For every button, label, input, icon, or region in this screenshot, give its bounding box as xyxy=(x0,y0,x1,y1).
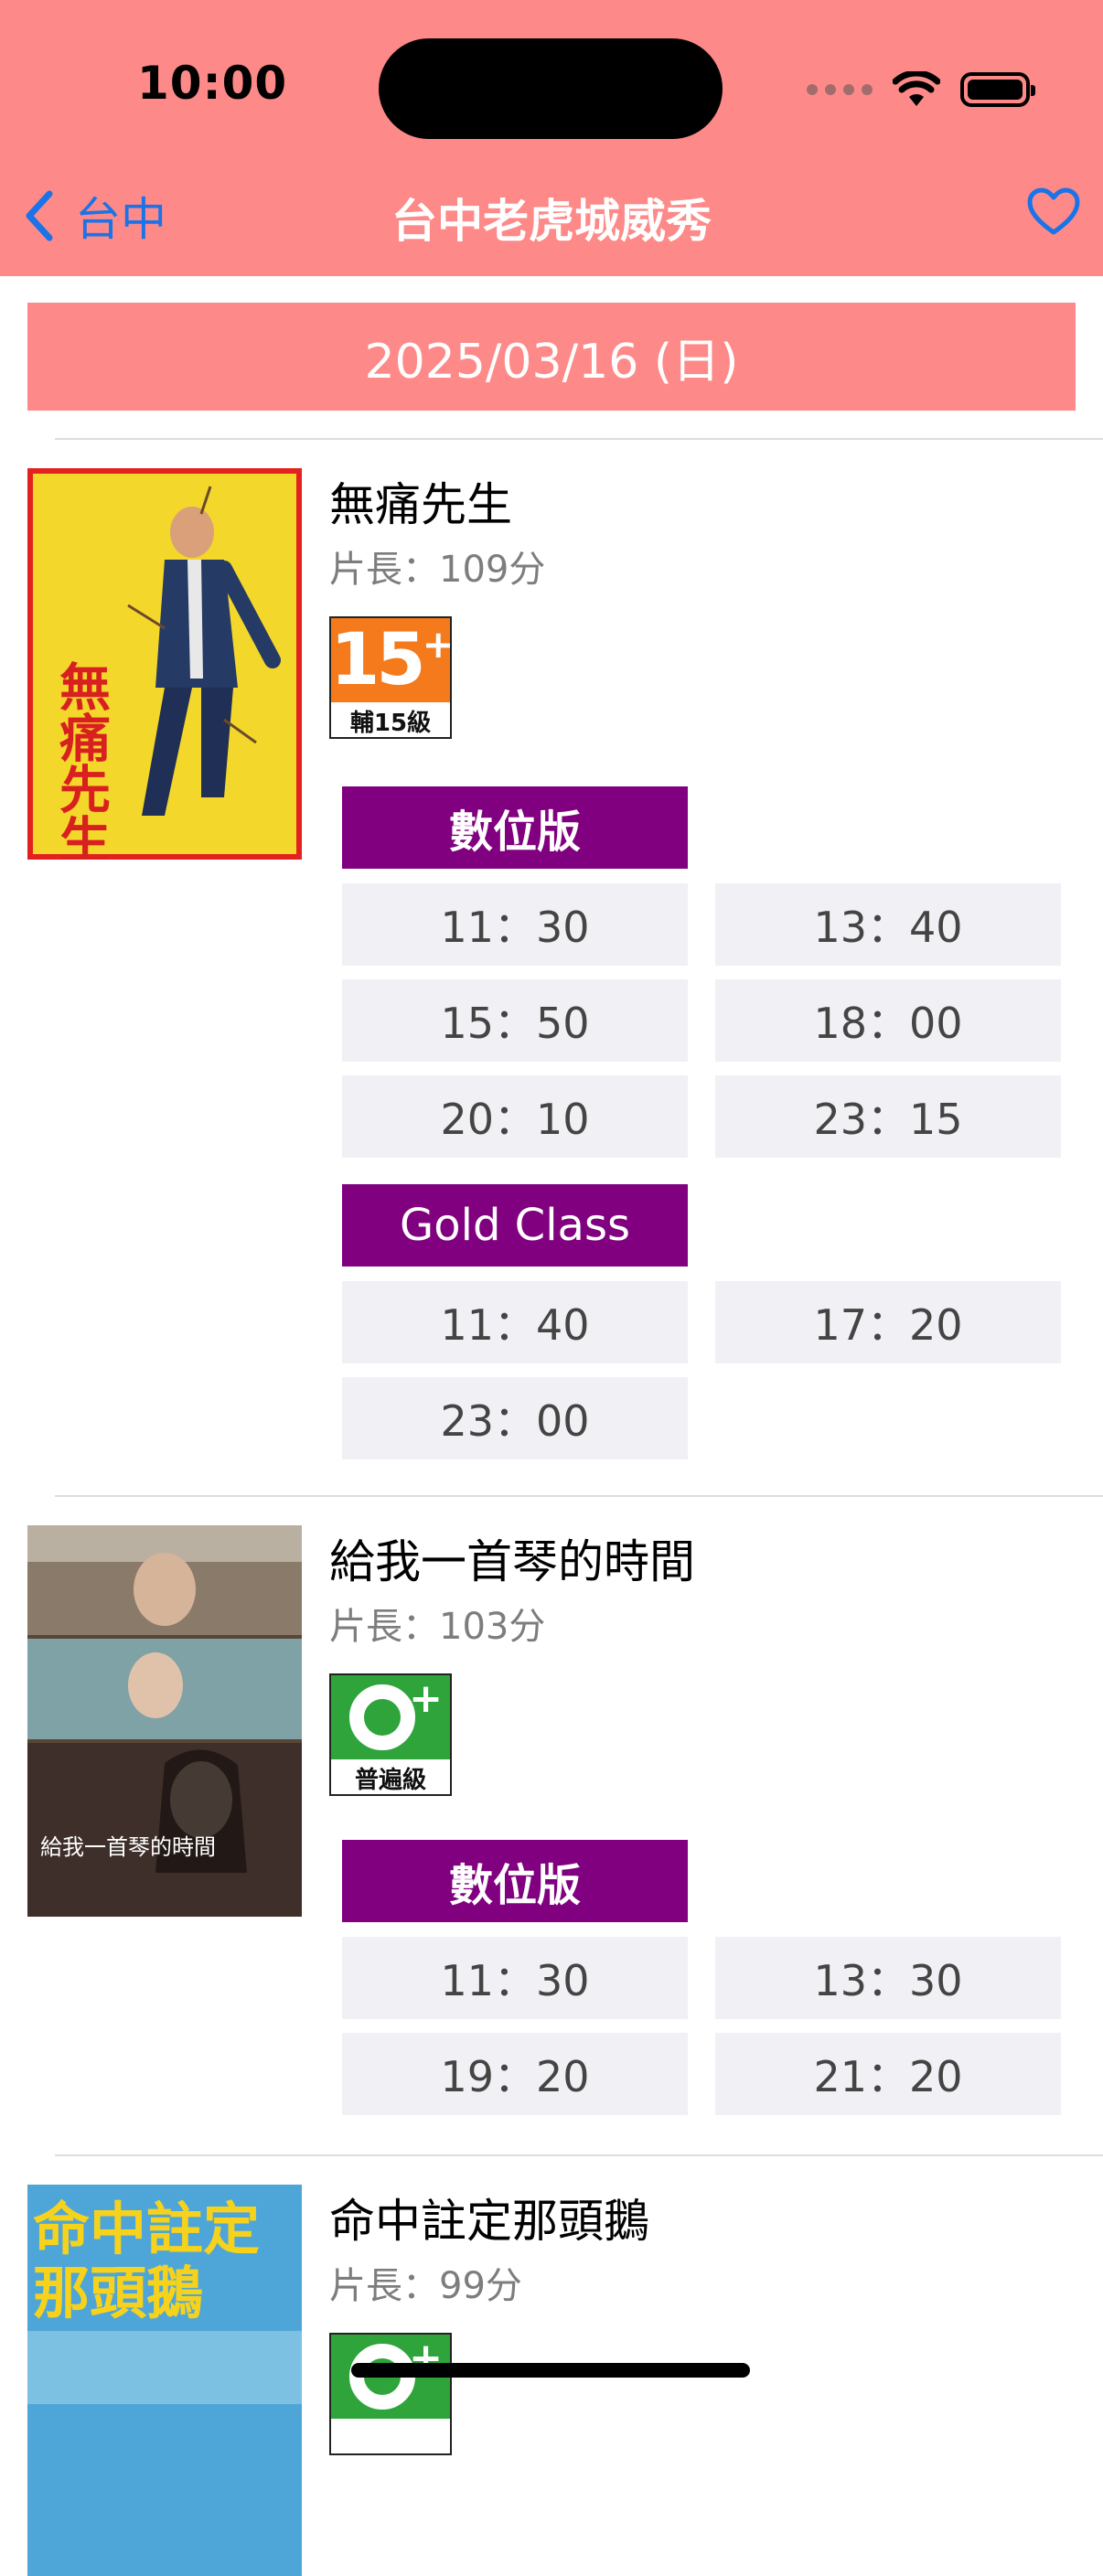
rating-badge: + xyxy=(329,2333,452,2455)
showtime-button[interactable]: 13：30 xyxy=(715,1937,1061,2019)
showtime-button[interactable]: 18：00 xyxy=(715,979,1061,1062)
movie-poster: 無痛先生 xyxy=(27,468,302,860)
movie-poster: 命中註定 那頭鵝 xyxy=(27,2185,302,2576)
battery-icon xyxy=(960,72,1035,107)
showtime-button[interactable]: 13：40 xyxy=(715,883,1061,966)
format-label: 數位版 xyxy=(342,786,688,869)
status-icons xyxy=(807,64,1035,115)
dynamic-island xyxy=(379,38,723,139)
movie-length: 片長：103分 xyxy=(329,1606,546,1648)
showtime-button[interactable]: 11：30 xyxy=(342,883,688,966)
wifi-icon xyxy=(893,71,940,106)
showtime-button[interactable]: 17：20 xyxy=(715,1281,1061,1363)
movie-title: 命中註定那頭鵝 xyxy=(329,2195,649,2248)
movie-title: 無痛先生 xyxy=(329,478,512,531)
date-selector[interactable]: 2025/03/16 (日) xyxy=(27,303,1076,411)
poster-title-text: 命中註定 xyxy=(33,2196,260,2262)
poster-title-text: 無痛先生 xyxy=(51,660,111,860)
movie-poster: 給我一首琴的時間 xyxy=(27,1525,302,1917)
showtime-button[interactable]: 23：00 xyxy=(342,1377,688,1459)
format-label: Gold Class xyxy=(342,1184,688,1267)
poster-title-text: 那頭鵝 xyxy=(33,2260,203,2326)
movie-title: 給我一首琴的時間 xyxy=(329,1535,695,1588)
movie-length: 片長：109分 xyxy=(329,549,546,591)
showtime-button[interactable]: 15：50 xyxy=(342,979,688,1062)
rating-badge: 15 + 輔15級 xyxy=(329,616,452,739)
rating-label: 普遍級 xyxy=(354,1766,426,1794)
showtime-button[interactable]: 19：20 xyxy=(342,2033,688,2115)
page-title: 台中老虎城威秀 xyxy=(391,195,712,248)
navigation-header: 10:00 台中 台中老虎城威秀 xyxy=(0,0,1103,276)
home-indicator xyxy=(351,2363,750,2378)
showtime-button[interactable]: 21：20 xyxy=(715,2033,1061,2115)
rating-label: 輔15級 xyxy=(349,709,432,737)
movie-length: 片長：99分 xyxy=(329,2265,522,2307)
status-time: 10:00 xyxy=(137,57,288,110)
showtime-button[interactable]: 20：10 xyxy=(342,1075,688,1158)
rating-badge: + 普遍級 xyxy=(329,1673,452,1796)
heart-icon[interactable] xyxy=(1026,187,1081,236)
showtime-button[interactable]: 11：30 xyxy=(342,1937,688,2019)
rating-general-icon: + xyxy=(331,1675,450,1759)
divider xyxy=(55,2154,1103,2156)
poster-title-text: 給我一首琴的時間 xyxy=(40,1834,216,1860)
signal-icon xyxy=(807,84,873,95)
divider xyxy=(55,1495,1103,1497)
rating-15-icon: 15 + xyxy=(330,618,451,702)
showtime-button[interactable]: 23：15 xyxy=(715,1075,1061,1158)
divider xyxy=(55,438,1103,440)
showtime-button[interactable]: 11：40 xyxy=(342,1281,688,1363)
format-label: 數位版 xyxy=(342,1840,688,1922)
